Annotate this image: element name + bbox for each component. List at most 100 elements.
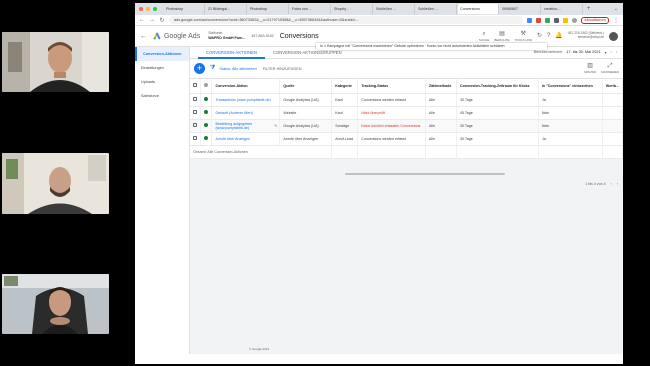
- sidebar-item-conversion-actions[interactable]: Conversion-Aktionen: [135, 47, 189, 61]
- table-toolbar: + ⧩ Status: Alle aktivierten FILTER HINZ…: [190, 59, 623, 79]
- row-select-cell[interactable]: [190, 119, 202, 133]
- extension-icon[interactable]: [545, 17, 551, 23]
- horizontal-scrollbar[interactable]: [345, 173, 505, 175]
- browser-tab[interactable]: 21 Bildergal...: [206, 4, 247, 14]
- user-info[interactable]: 457-218-1962 (Stellvertr.) benanor@mbpi.…: [568, 31, 604, 40]
- extension-icon[interactable]: [563, 17, 569, 23]
- column-header[interactable]: Zählmethode: [425, 79, 457, 94]
- chevron-down-icon: ▾: [604, 51, 607, 55]
- count-cell: Alle: [425, 106, 457, 120]
- conversion-name-link[interactable]: Gekauft (Anderer Wert): [211, 106, 281, 120]
- browser-tab[interactable]: Fotos von ...: [290, 4, 331, 14]
- sidebar-item-settings[interactable]: Einstellungen: [135, 61, 189, 75]
- window-cell: 45 Tage: [456, 106, 539, 120]
- browser-tab[interactable]: Schließen ...: [374, 4, 415, 14]
- checkbox[interactable]: [193, 97, 197, 101]
- tab-conversion-actions[interactable]: Conversion-Aktionen: [198, 47, 265, 59]
- row-select-cell[interactable]: [190, 93, 202, 107]
- checkbox[interactable]: [193, 123, 197, 127]
- date-range-label: Benutzerdefiniert: [533, 50, 563, 54]
- minimize-window-icon[interactable]: [146, 7, 150, 11]
- extension-icon[interactable]: [527, 17, 533, 23]
- checkbox[interactable]: [193, 83, 197, 88]
- back-icon[interactable]: ←: [139, 17, 145, 23]
- chevron-right-icon[interactable]: ›: [616, 50, 617, 55]
- sidebar-item-salesforce[interactable]: Salesforce: [135, 89, 189, 103]
- search-button[interactable]: ⌕ SUCHE: [479, 31, 490, 42]
- back-arrow-icon[interactable]: ←: [140, 33, 147, 40]
- date-range-picker[interactable]: Benutzerdefiniert 17. bis 30. Mai 2021 ▾…: [534, 50, 623, 55]
- maximize-window-icon[interactable]: [153, 7, 157, 11]
- sidebar-item-uploads[interactable]: Uploads: [135, 75, 189, 89]
- help-icon: ?: [547, 32, 551, 39]
- add-conversion-button[interactable]: +: [194, 63, 205, 74]
- pagination-text: 1 bis 4 von 4: [585, 182, 606, 186]
- extension-icon[interactable]: [536, 17, 542, 23]
- notification-banner[interactable]: In 1 Kampagne mit "Conversions maximiere…: [316, 43, 547, 50]
- browser-tab[interactable]: Photoshop: [164, 4, 205, 14]
- column-header[interactable]: Conversion-Aktion: [211, 79, 281, 94]
- url-input[interactable]: ads.google.com/aw/conversions?ocid=36073…: [169, 16, 524, 24]
- conversion-name-cell: Bestellung aufgegeben (www.pumpfabrik.de…: [211, 119, 281, 133]
- chevron-left-icon[interactable]: ‹: [610, 50, 611, 55]
- account-switcher[interactable]: Stellvertr. WAPRO GmbH Pum...: [208, 31, 245, 40]
- tab-label: creation-...: [544, 7, 561, 11]
- columns-button[interactable]: ▥ SPALTEN: [584, 63, 596, 74]
- notifications-button[interactable]: 🔔: [555, 33, 562, 40]
- source-cell: Website: [279, 106, 333, 120]
- count-cell: Alle: [425, 119, 457, 133]
- row-select-cell[interactable]: [190, 106, 202, 120]
- avatar[interactable]: [609, 31, 618, 41]
- window-cell: 30 Tage: [456, 93, 539, 107]
- expand-button[interactable]: ⤢ MAXIMIEREN: [601, 63, 619, 74]
- brand-name: Google Ads: [164, 32, 201, 40]
- tab-label: 21 Bildergal...: [208, 7, 230, 11]
- filter-status-chip[interactable]: Status: Alle aktivierten: [219, 67, 256, 71]
- browser-tab[interactable]: Shopify...: [332, 4, 373, 14]
- chevron-right-icon[interactable]: ›: [617, 182, 618, 186]
- reload-icon[interactable]: ↻: [159, 17, 165, 24]
- refresh-button[interactable]: ↻: [537, 33, 542, 40]
- conversion-name-link[interactable]: Bestellung aufgegeben (www.pumpfabrik.de…: [215, 122, 252, 130]
- profile-icon[interactable]: [572, 17, 578, 23]
- checkbox[interactable]: [193, 110, 197, 114]
- checkbox[interactable]: [193, 136, 197, 140]
- tools-button[interactable]: ⚒ TOOLS UND: [515, 31, 532, 42]
- participant-1-image: [2, 32, 109, 92]
- browser-tab-active[interactable]: Conversions: [458, 4, 499, 14]
- edit-pencil-icon[interactable]: ✎: [274, 124, 277, 128]
- new-tab-icon[interactable]: +: [584, 6, 594, 12]
- column-header[interactable]: In "Conversions" einbeziehen: [538, 79, 603, 94]
- column-header[interactable]: Wertb...: [602, 79, 623, 94]
- source-cell: Google Analytics (UA): [279, 93, 333, 107]
- table-row: Transactions (www.pumpfabrik.de) Google …: [190, 93, 623, 107]
- column-header[interactable]: Kategorie: [331, 79, 359, 94]
- chevron-left-icon[interactable]: ‹: [611, 182, 612, 186]
- tab-strip: Photoshop 21 Bildergal... Photoshop Foto…: [135, 3, 623, 15]
- conversion-name-link[interactable]: Transactions (www.pumpfabrik.de): [211, 93, 281, 107]
- column-header[interactable]: Conversion-Tracking-Zeitraum für Klicks: [456, 79, 539, 94]
- column-header[interactable]: Quelle: [279, 79, 333, 94]
- close-window-icon[interactable]: [139, 7, 143, 11]
- row-select-cell[interactable]: [190, 132, 202, 146]
- extension-icon[interactable]: [554, 17, 560, 23]
- browser-tab[interactable]: 09080607: [500, 4, 541, 14]
- menu-icon[interactable]: ⋮: [613, 17, 619, 24]
- add-filter-button[interactable]: FILTER HINZUFÜGEN: [263, 67, 302, 71]
- select-all-cell[interactable]: [190, 79, 202, 94]
- browser-tab[interactable]: Photoshop: [248, 4, 289, 14]
- filter-icon[interactable]: ⧩: [210, 65, 215, 72]
- browser-tab[interactable]: Schließen ...: [416, 4, 457, 14]
- help-button[interactable]: ?: [547, 33, 550, 40]
- browser-tab[interactable]: creation-...: [542, 4, 583, 14]
- enabled-dot-icon: [204, 136, 209, 140]
- reports-button[interactable]: ▤ BERICHTE: [494, 31, 509, 42]
- forward-icon[interactable]: →: [149, 17, 155, 23]
- tracking-status-cell: Keine kürzlich erfassten Conversions: [357, 119, 426, 133]
- update-button[interactable]: Aktualisieren: [581, 16, 609, 24]
- notification-text: In 1 Kampagne mit "Conversions maximiere…: [320, 44, 505, 48]
- tab-search-icon[interactable]: ⌄: [614, 6, 623, 12]
- account-id: 457-863-9152: [251, 34, 274, 38]
- conversion-name-link[interactable]: Anrufe über Anzeigen: [211, 132, 281, 146]
- column-header[interactable]: Tracking-Status: [357, 79, 426, 94]
